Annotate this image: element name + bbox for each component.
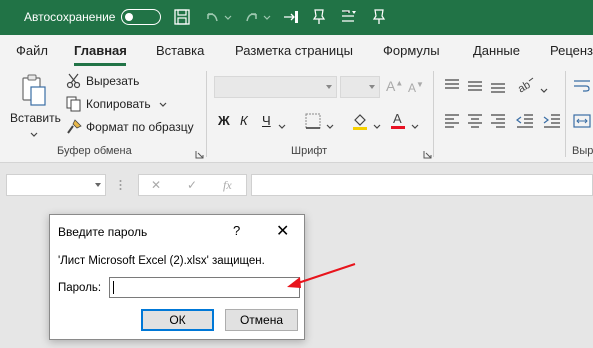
active-tab-indicator: [74, 63, 126, 66]
text-cursor: [113, 281, 114, 294]
wrap-text-icon[interactable]: [573, 79, 590, 93]
move-icon[interactable]: [282, 8, 300, 26]
tab-file[interactable]: Файл: [16, 43, 48, 58]
redo-icon[interactable]: [243, 8, 261, 26]
italic-button[interactable]: К: [240, 113, 248, 128]
bold-button[interactable]: Ж: [218, 113, 230, 128]
insert-function-button[interactable]: fx: [223, 178, 232, 193]
tab-formulas[interactable]: Формулы: [383, 43, 440, 58]
ribbon-tabs: Файл Главная Вставка Разметка страницы Ф…: [0, 35, 593, 67]
password-dialog: Введите пароль ? ✕ 'Лист Microsoft Excel…: [49, 214, 305, 340]
title-bar: Автосохранение: [0, 0, 593, 35]
align-bottom-icon[interactable]: [490, 79, 506, 93]
copy-button[interactable]: Копировать: [66, 96, 167, 112]
chevron-down-icon: [95, 183, 101, 187]
dialog-launcher-icon[interactable]: [195, 148, 204, 159]
redo-dropdown-icon[interactable]: [262, 8, 280, 26]
decrease-indent-icon[interactable]: [516, 114, 533, 128]
splitter-handle[interactable]: [119, 179, 122, 191]
tab-insert[interactable]: Вставка: [156, 43, 204, 58]
align-center-icon[interactable]: [467, 114, 483, 128]
clipboard-group-label: Буфер обмена: [57, 145, 132, 157]
cancel-button[interactable]: Отмена: [225, 309, 298, 331]
chevron-down-icon: [326, 85, 332, 89]
increase-indent-icon[interactable]: [543, 114, 560, 128]
chevron-down-icon[interactable]: [159, 97, 167, 111]
underline-dropdown-icon[interactable]: [278, 119, 286, 133]
ribbon: Вставить Вырезать Копировать Формат по о…: [0, 67, 593, 163]
fill-color-dropdown-icon[interactable]: [373, 119, 381, 133]
tab-page-layout[interactable]: Разметка страницы: [235, 43, 353, 58]
copy-label: Копировать: [86, 97, 151, 111]
help-button[interactable]: ?: [233, 223, 240, 238]
tab-review[interactable]: Реценз: [550, 43, 593, 58]
copy-icon: [66, 96, 82, 112]
orientation-icon[interactable]: ab: [516, 77, 534, 95]
scissors-icon: [66, 73, 82, 89]
cut-button[interactable]: Вырезать: [66, 73, 139, 89]
orientation-dropdown-icon[interactable]: [540, 83, 548, 97]
underline-button[interactable]: Ч: [262, 113, 271, 128]
decrease-font-icon[interactable]: A▼: [408, 80, 424, 95]
align-top-icon[interactable]: [444, 79, 460, 93]
align-left-icon[interactable]: [444, 114, 460, 128]
merge-center-icon[interactable]: [573, 114, 591, 128]
format-painter-button[interactable]: Формат по образцу: [66, 119, 194, 135]
group-separator: [565, 71, 566, 157]
password-input[interactable]: [109, 277, 300, 298]
password-label: Пароль:: [58, 282, 102, 294]
font-color-dropdown-icon[interactable]: [411, 119, 419, 133]
name-box[interactable]: [6, 174, 106, 196]
autosave-label: Автосохранение: [24, 10, 116, 24]
paste-button[interactable]: Вставить: [8, 71, 61, 141]
font-name-dropdown[interactable]: [214, 76, 337, 98]
undo-icon[interactable]: [203, 8, 221, 26]
group-separator: [433, 71, 434, 157]
confirm-entry-icon[interactable]: ✓: [187, 178, 197, 192]
cancel-entry-icon[interactable]: ✕: [151, 178, 161, 192]
close-button[interactable]: ✕: [276, 221, 289, 241]
fill-color-icon[interactable]: [351, 112, 369, 133]
align-right-icon[interactable]: [490, 114, 506, 128]
font-size-dropdown[interactable]: [340, 76, 380, 98]
borders-dropdown-icon[interactable]: [326, 119, 334, 133]
formula-buttons: ✕ ✓ fx: [138, 174, 247, 196]
alignment-group-label: Выр: [572, 145, 593, 157]
toggle-knob: [125, 12, 133, 21]
pin-icon[interactable]: [310, 8, 328, 26]
paintbrush-icon: [66, 119, 82, 135]
save-icon[interactable]: [173, 8, 191, 26]
ok-button[interactable]: ОК: [141, 309, 214, 331]
autosave-toggle[interactable]: [121, 9, 161, 25]
formula-bar-area: ✕ ✓ fx: [0, 163, 593, 205]
increase-font-icon[interactable]: A▲: [386, 78, 403, 94]
formula-input[interactable]: [251, 174, 593, 196]
group-separator: [206, 71, 207, 157]
dialog-launcher-icon[interactable]: [423, 148, 432, 159]
chevron-down-icon: [30, 127, 38, 141]
annotation-arrow: [287, 263, 356, 288]
svg-text:A: A: [393, 111, 402, 126]
font-color-icon[interactable]: A: [389, 110, 407, 133]
chevron-down-icon: [369, 85, 375, 89]
align-middle-icon[interactable]: [467, 79, 483, 93]
paste-label: Вставить: [10, 111, 61, 125]
sort-icon[interactable]: [370, 8, 388, 26]
tab-home[interactable]: Главная: [74, 43, 127, 58]
filter-icon[interactable]: [340, 8, 358, 26]
font-group-label: Шрифт: [291, 145, 328, 157]
cut-label: Вырезать: [86, 74, 140, 88]
borders-icon[interactable]: [305, 113, 321, 132]
format-painter-label: Формат по образцу: [86, 120, 194, 134]
paste-icon: [21, 73, 47, 110]
dialog-title: Введите пароль: [58, 225, 148, 239]
tab-data[interactable]: Данные: [473, 43, 520, 58]
undo-dropdown-icon[interactable]: [223, 8, 241, 26]
protected-message: 'Лист Microsoft Excel (2).xlsx' защищен.: [58, 255, 265, 267]
svg-text:ab: ab: [516, 79, 533, 93]
